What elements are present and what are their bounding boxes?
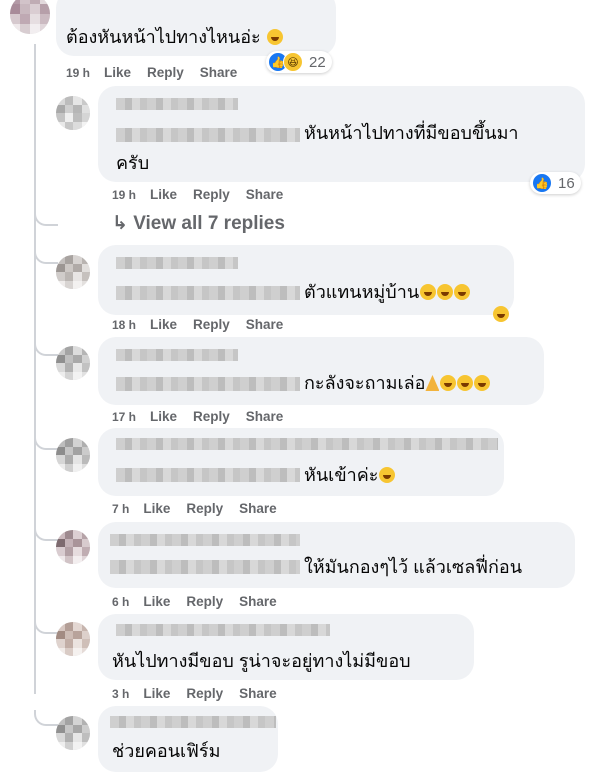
haha-emoji xyxy=(493,306,509,322)
blurred-name xyxy=(116,349,238,361)
comment-actions: 19 h Like Reply Share xyxy=(66,65,253,80)
comment-actions: 18 h Like Reply Share xyxy=(112,317,299,332)
blurred-text xyxy=(110,560,300,574)
comment-actions: 6 h Like Reply Share xyxy=(112,594,293,609)
reaction-summary[interactable]: 👍 16 xyxy=(530,172,581,194)
rofl-emoji xyxy=(474,375,491,391)
avatar[interactable] xyxy=(56,530,90,564)
comment-text-line2: ครับ xyxy=(116,153,150,173)
reply-button[interactable]: Reply xyxy=(147,65,184,80)
reply-button[interactable]: Reply xyxy=(193,317,230,332)
comment-text: ตัวแทนหมู่บ้าน xyxy=(304,279,471,305)
thread-branch xyxy=(34,340,58,356)
haha-icon: 😆 xyxy=(283,52,303,72)
blurred-text xyxy=(116,468,300,482)
thread-branch xyxy=(34,248,58,264)
haha-emoji xyxy=(266,29,283,45)
share-button[interactable]: Share xyxy=(246,409,284,424)
view-all-replies-link[interactable]: ↳ View all 7 replies xyxy=(112,212,285,235)
blurred-text xyxy=(116,286,300,300)
avatar[interactable] xyxy=(56,716,90,750)
comment-time[interactable]: 18 h xyxy=(112,318,136,332)
comment-text: ช่วยคอนเฟิร์ม xyxy=(112,741,221,761)
share-button[interactable]: Share xyxy=(239,686,277,701)
like-button[interactable]: Like xyxy=(150,409,177,424)
comment-time[interactable]: 7 h xyxy=(112,502,129,516)
reply-arrow-icon: ↳ xyxy=(112,213,128,234)
reply-button[interactable]: Reply xyxy=(186,686,223,701)
smile-emoji xyxy=(379,467,396,483)
like-button[interactable]: Like xyxy=(143,594,170,609)
comment-text: หันไปทางมีขอบ รูน่าจะอยู่ทางไม่มีขอบ xyxy=(112,651,411,671)
comment-time[interactable]: 17 h xyxy=(112,410,136,424)
comment-time[interactable]: 3 h xyxy=(112,687,129,701)
thread-branch xyxy=(34,525,58,541)
rofl-emoji xyxy=(440,375,457,391)
share-button[interactable]: Share xyxy=(246,317,284,332)
blurred-name xyxy=(116,624,330,636)
avatar[interactable] xyxy=(56,96,90,130)
comment-time[interactable]: 6 h xyxy=(112,595,129,609)
haha-emoji xyxy=(454,284,471,300)
share-button[interactable]: Share xyxy=(239,501,277,516)
avatar[interactable] xyxy=(56,255,90,289)
comment-text: หันเข้าค่ะ xyxy=(304,462,396,488)
thread-branch xyxy=(34,618,58,634)
thread-branch xyxy=(34,210,58,226)
avatar[interactable] xyxy=(10,0,50,34)
like-button[interactable]: Like xyxy=(143,686,170,701)
reaction-count: 16 xyxy=(558,174,575,192)
reaction-count: 22 xyxy=(309,53,326,71)
blurred-name xyxy=(116,438,498,450)
share-button[interactable]: Share xyxy=(246,187,284,202)
reply-button[interactable]: Reply xyxy=(186,501,223,516)
reply-button[interactable]: Reply xyxy=(186,594,223,609)
comment-time[interactable]: 19 h xyxy=(66,66,90,80)
thread-branch xyxy=(34,710,58,726)
comment-time[interactable]: 19 h xyxy=(112,188,136,202)
comment-text: หันหน้าไปทางที่มีขอบขึ้นมา xyxy=(304,123,519,143)
blurred-name xyxy=(116,98,238,110)
like-button[interactable]: Like xyxy=(150,187,177,202)
avatar[interactable] xyxy=(56,438,90,472)
thread-branch xyxy=(34,434,58,450)
comment-text: ต้องหันหน้าไปทางไหนอ่ะ xyxy=(66,24,283,50)
rofl-emoji xyxy=(457,375,474,391)
thread-line xyxy=(34,44,36,694)
share-button[interactable]: Share xyxy=(239,594,277,609)
haha-emoji xyxy=(437,284,454,300)
thumbs-up-icon: 👍 xyxy=(532,173,552,193)
blurred-text xyxy=(116,377,300,391)
blurred-name xyxy=(116,257,238,269)
share-button[interactable]: Share xyxy=(200,65,238,80)
comment-actions: 3 h Like Reply Share xyxy=(112,686,293,701)
comment-actions: 19 h Like Reply Share xyxy=(112,187,299,202)
comment-actions: 17 h Like Reply Share xyxy=(112,409,299,424)
blurred-name xyxy=(110,716,276,728)
comment-text: กะลังจะถามเล่อ xyxy=(304,370,491,396)
reaction-summary[interactable]: 👍 😆 22 xyxy=(266,51,332,73)
comment-actions: 7 h Like Reply Share xyxy=(112,501,293,516)
avatar[interactable] xyxy=(56,346,90,380)
avatar[interactable] xyxy=(56,622,90,656)
like-button[interactable]: Like xyxy=(143,501,170,516)
like-button[interactable]: Like xyxy=(104,65,131,80)
like-button[interactable]: Like xyxy=(150,317,177,332)
blurred-name xyxy=(110,534,300,546)
reply-button[interactable]: Reply xyxy=(193,409,230,424)
haha-emoji xyxy=(420,284,437,300)
reply-button[interactable]: Reply xyxy=(193,187,230,202)
pray-emoji xyxy=(425,375,440,391)
blurred-text xyxy=(116,128,300,142)
comment-text: ให้มันกองๆไว้ แล้วเซลฟี่ก่อน xyxy=(304,557,523,577)
